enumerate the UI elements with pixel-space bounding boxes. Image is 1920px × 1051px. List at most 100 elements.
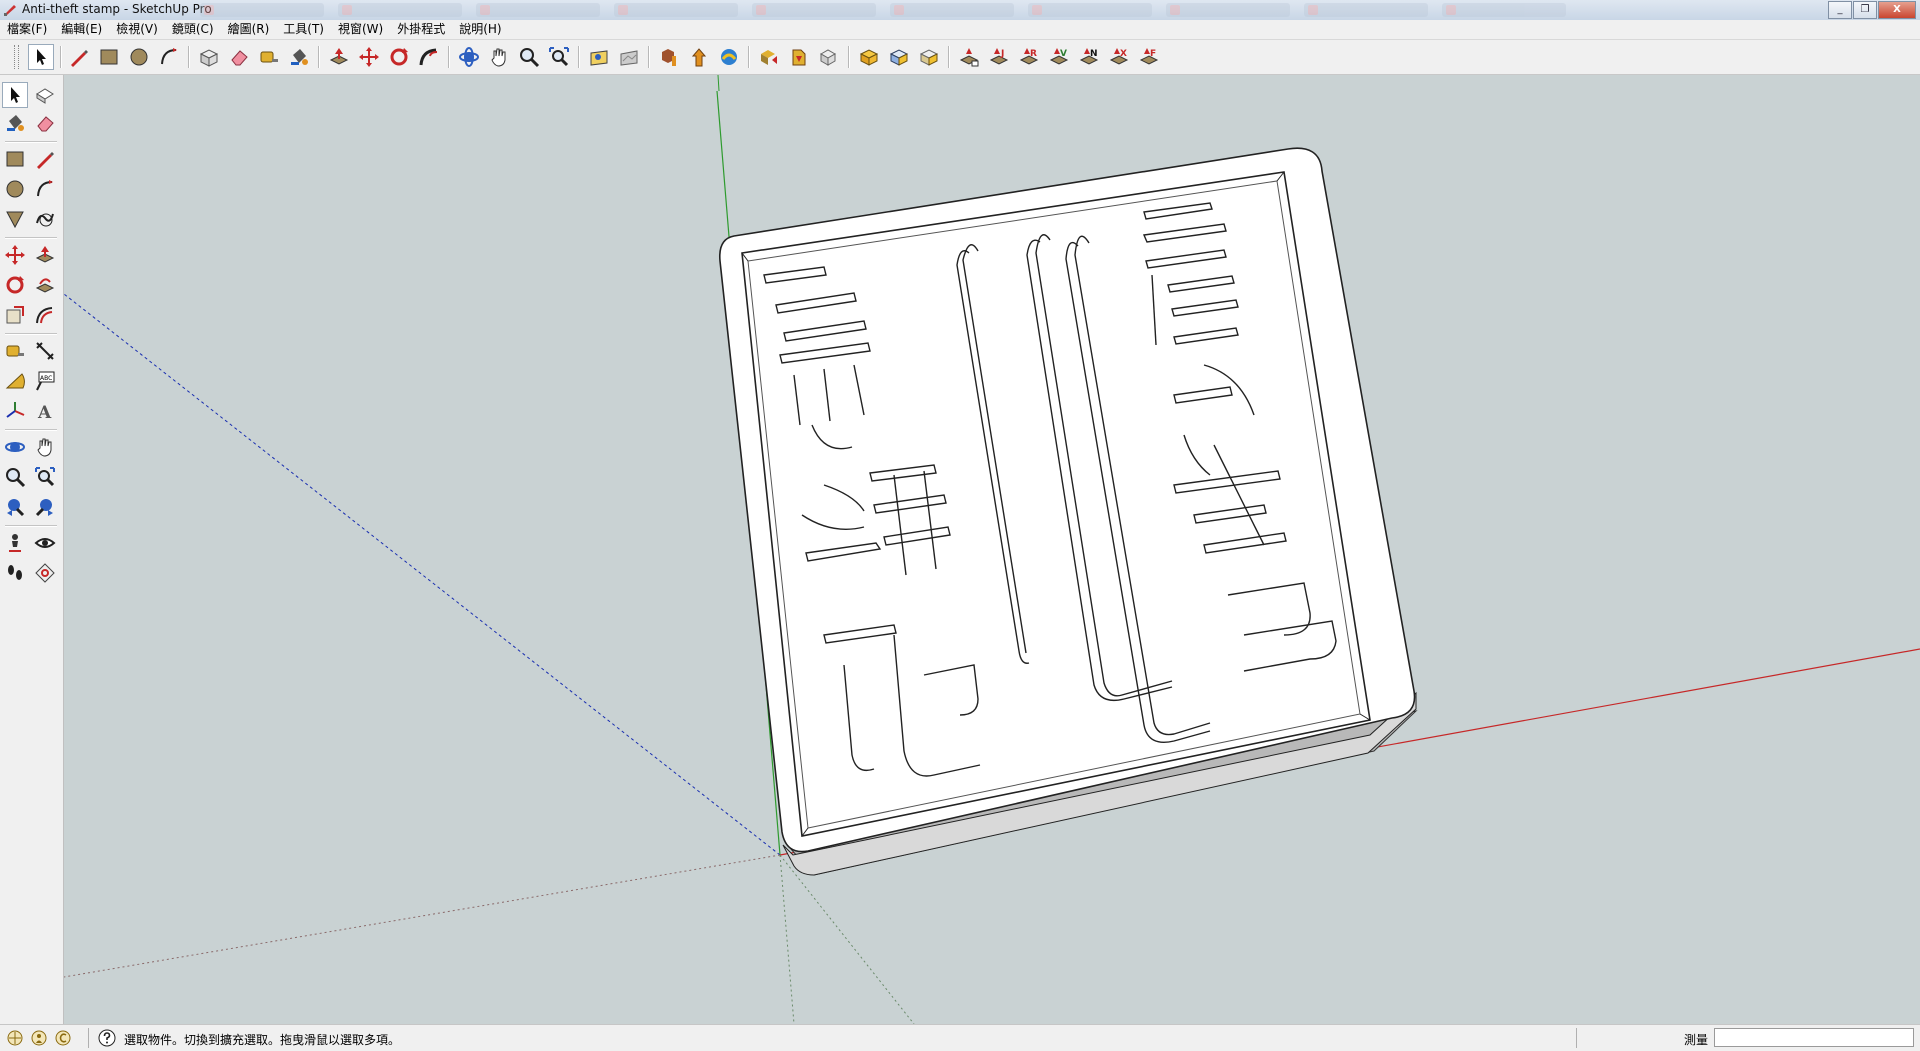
left-move-tool[interactable] bbox=[2, 242, 28, 268]
sandbox-drape-button[interactable]: N bbox=[1076, 44, 1102, 70]
circle-tool-button[interactable] bbox=[126, 44, 152, 70]
close-button[interactable]: X bbox=[1878, 1, 1916, 19]
left-zoom-tool[interactable] bbox=[2, 464, 28, 490]
push-pull-button[interactable] bbox=[326, 44, 352, 70]
sandbox-from-scratch-button[interactable]: J bbox=[986, 44, 1012, 70]
send-to-layout-button[interactable] bbox=[786, 44, 812, 70]
left-3d-text-tool[interactable]: A bbox=[32, 398, 58, 424]
left-circle-tool[interactable] bbox=[2, 176, 28, 202]
left-position-camera-tool[interactable] bbox=[2, 530, 28, 556]
sandbox-smoove-button[interactable]: R bbox=[1016, 44, 1042, 70]
left-arc-tool[interactable] bbox=[32, 176, 58, 202]
background-tab[interactable] bbox=[338, 3, 462, 17]
arc-tool-button[interactable] bbox=[156, 44, 182, 70]
sandbox-flip-edge-button[interactable]: F bbox=[1136, 44, 1162, 70]
left-rotate-tool[interactable] bbox=[2, 272, 28, 298]
menu-camera[interactable]: 鏡頭(C) bbox=[165, 20, 221, 39]
menu-window[interactable]: 視窗(W) bbox=[331, 20, 390, 39]
left-line-tool[interactable] bbox=[32, 146, 58, 172]
left-tape-measure-tool[interactable] bbox=[2, 338, 28, 364]
eraser-tool-button[interactable] bbox=[226, 44, 252, 70]
line-tool-button[interactable] bbox=[66, 44, 92, 70]
geo-location-status-icon[interactable] bbox=[6, 1029, 24, 1047]
tab-favicon-icon bbox=[756, 5, 766, 15]
left-pan-tool[interactable] bbox=[32, 434, 58, 460]
left-dimension-tool[interactable] bbox=[32, 338, 58, 364]
modeling-viewport[interactable] bbox=[64, 75, 1920, 1024]
menu-tools[interactable]: 工具(T) bbox=[276, 20, 331, 39]
left-rectangle-tool[interactable] bbox=[2, 146, 28, 172]
share-component-button[interactable] bbox=[756, 44, 782, 70]
menu-extensions[interactable]: 外掛程式 bbox=[390, 20, 452, 39]
background-tab[interactable] bbox=[890, 3, 1014, 17]
copyright-status-icon[interactable] bbox=[54, 1029, 72, 1047]
menu-view[interactable]: 檢視(V) bbox=[109, 20, 165, 39]
left-walk-tool[interactable] bbox=[2, 560, 28, 586]
sandbox-add-detail-button[interactable]: X bbox=[1106, 44, 1132, 70]
background-tab[interactable] bbox=[1304, 3, 1428, 17]
left-paint-bucket-tool[interactable] bbox=[2, 110, 28, 136]
solid-union-button[interactable] bbox=[856, 44, 882, 70]
left-next-view-tool[interactable] bbox=[32, 494, 58, 520]
solid-trim-button[interactable] bbox=[916, 44, 942, 70]
left-text-tool[interactable]: ABC bbox=[32, 368, 58, 394]
rotate-tool-button[interactable] bbox=[386, 44, 412, 70]
background-tab[interactable] bbox=[752, 3, 876, 17]
extension-warehouse-button[interactable] bbox=[716, 44, 742, 70]
rotate-icon bbox=[390, 48, 408, 66]
menu-file[interactable]: 檔案(F) bbox=[0, 20, 54, 39]
toggle-terrain-button[interactable] bbox=[616, 44, 642, 70]
minimize-button[interactable]: _ bbox=[1828, 1, 1852, 19]
solid-intersect-button[interactable] bbox=[886, 44, 912, 70]
left-previous-view-tool[interactable] bbox=[2, 494, 28, 520]
left-section-plane-tool[interactable] bbox=[32, 560, 58, 586]
credits-status-icon[interactable] bbox=[30, 1029, 48, 1047]
toolbar-grip[interactable] bbox=[14, 45, 19, 69]
left-push-pull-tool[interactable] bbox=[32, 242, 58, 268]
move-tool-button[interactable] bbox=[356, 44, 382, 70]
tape-measure-button[interactable] bbox=[256, 44, 282, 70]
left-select-tool[interactable] bbox=[2, 82, 28, 108]
restore-button[interactable]: ❐ bbox=[1853, 1, 1877, 19]
left-axes-tool[interactable] bbox=[2, 398, 28, 424]
sandbox-from-contours-button[interactable] bbox=[956, 44, 982, 70]
zoom-tool-button[interactable] bbox=[516, 44, 542, 70]
rectangle-tool-button[interactable] bbox=[96, 44, 122, 70]
left-scale-tool[interactable] bbox=[2, 302, 28, 328]
background-tab[interactable] bbox=[1166, 3, 1290, 17]
left-orbit-tool[interactable] bbox=[2, 434, 28, 460]
menu-help[interactable]: 說明(H) bbox=[452, 20, 508, 39]
select-tool-button[interactable] bbox=[28, 44, 54, 70]
left-follow-me-tool[interactable] bbox=[32, 272, 58, 298]
left-offset-tool[interactable] bbox=[32, 302, 58, 328]
sandbox-stamp-button[interactable]: V bbox=[1046, 44, 1072, 70]
measurements-input[interactable] bbox=[1714, 1028, 1914, 1047]
paint-bucket-button[interactable] bbox=[286, 44, 312, 70]
menu-draw[interactable]: 繪圖(R) bbox=[221, 20, 277, 39]
add-location-button[interactable] bbox=[586, 44, 612, 70]
left-polygon-tool[interactable] bbox=[2, 206, 28, 232]
zoom-extents-button[interactable] bbox=[546, 44, 572, 70]
stamp-model[interactable] bbox=[718, 147, 1418, 876]
background-tab[interactable] bbox=[1442, 3, 1566, 17]
left-eraser-tool[interactable] bbox=[32, 110, 58, 136]
follow-me-button[interactable] bbox=[416, 44, 442, 70]
background-tab[interactable] bbox=[200, 3, 324, 17]
pan-tool-button[interactable] bbox=[486, 44, 512, 70]
sketchup-app-icon[interactable] bbox=[3, 2, 17, 16]
left-make-component-tool[interactable] bbox=[32, 82, 58, 108]
left-zoom-window-tool[interactable] bbox=[32, 464, 58, 490]
make-component-button[interactable] bbox=[196, 44, 222, 70]
instructor-help-icon[interactable] bbox=[98, 1029, 116, 1047]
menu-edit[interactable]: 編輯(E) bbox=[54, 20, 109, 39]
left-protractor-tool[interactable] bbox=[2, 368, 28, 394]
share-model-button[interactable] bbox=[686, 44, 712, 70]
left-look-around-tool[interactable] bbox=[32, 530, 58, 556]
extension-manager-button[interactable] bbox=[816, 44, 842, 70]
get-models-button[interactable] bbox=[656, 44, 682, 70]
orbit-tool-button[interactable] bbox=[456, 44, 482, 70]
background-tab[interactable] bbox=[614, 3, 738, 17]
left-freehand-tool[interactable] bbox=[32, 206, 58, 232]
background-tab[interactable] bbox=[1028, 3, 1152, 17]
background-tab[interactable] bbox=[476, 3, 600, 17]
